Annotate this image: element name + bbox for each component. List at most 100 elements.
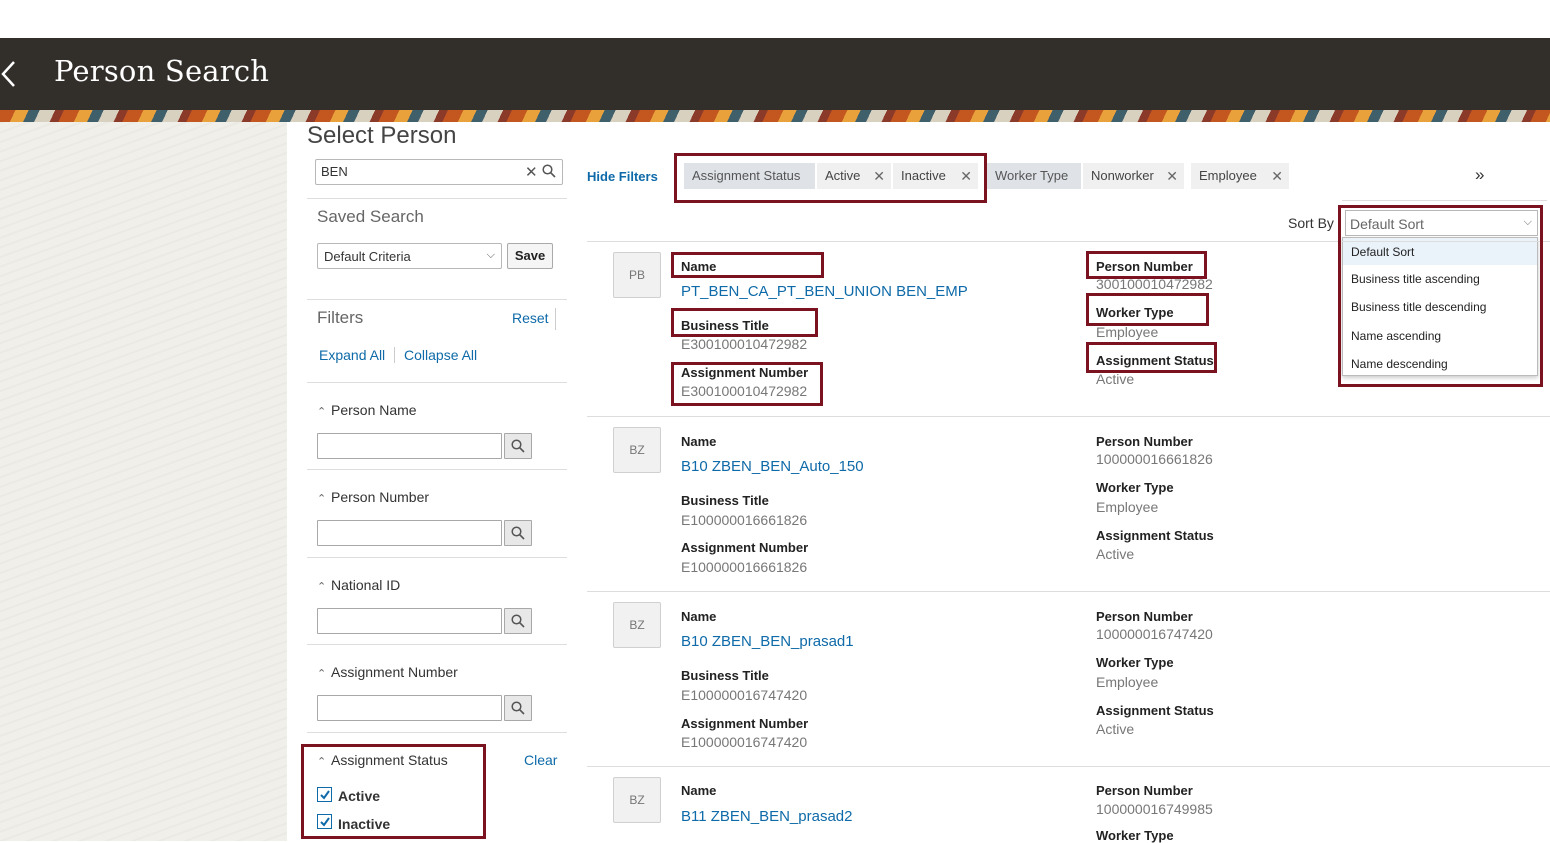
hide-filters-link[interactable]: Hide Filters — [587, 169, 658, 184]
chevron-up-icon: ⌃ — [317, 668, 327, 680]
sort-value: Default Sort — [1350, 216, 1424, 232]
save-button[interactable]: Save — [507, 243, 553, 269]
chip-active[interactable]: Active ✕ — [817, 163, 891, 189]
active-checkbox-label: Active — [338, 788, 381, 804]
assignment-number-value: E100000016747420 — [681, 734, 808, 750]
remove-icon[interactable]: ✕ — [960, 163, 972, 189]
business-title-label: Business Title — [681, 318, 769, 333]
avatar: BZ — [613, 777, 661, 823]
divider — [307, 299, 567, 300]
assignment-number-input[interactable] — [317, 695, 502, 721]
sort-option[interactable]: Business title descending — [1343, 293, 1537, 320]
divider — [307, 469, 567, 470]
double-chevron-right-icon[interactable]: » — [1475, 165, 1484, 185]
search-icon — [511, 439, 525, 453]
chip-nonworker[interactable]: Nonworker ✕ — [1083, 163, 1184, 189]
remove-icon[interactable]: ✕ — [1166, 163, 1178, 189]
inactive-checkbox[interactable] — [317, 814, 332, 829]
facet-person-name-header[interactable]: ⌃ Person Name — [317, 402, 417, 418]
checkmark-icon — [320, 790, 330, 800]
person-name-link[interactable]: PT_BEN_CA_PT_BEN_UNION BEN_EMP — [681, 283, 968, 300]
search-input[interactable] — [321, 164, 521, 179]
clear-icon[interactable]: ✕ — [525, 163, 538, 181]
facet-assignment-status-header[interactable]: ⌃ Assignment Status — [317, 752, 448, 768]
divider — [307, 198, 567, 199]
divider — [307, 557, 567, 558]
person-name-link[interactable]: B11 ZBEN_BEN_prasad2 — [681, 808, 852, 825]
active-checkbox[interactable] — [317, 787, 332, 802]
chevron-up-icon: ⌃ — [317, 756, 327, 768]
name-label: Name — [681, 434, 717, 449]
inactive-checkbox-label: Inactive — [338, 816, 391, 832]
person-number-label: Person Number — [1096, 259, 1193, 274]
divider — [1342, 200, 1547, 201]
person-name-search-button[interactable] — [504, 433, 532, 459]
assignment-number-search-button[interactable] — [504, 695, 532, 721]
assignment-number-value: E100000016661826 — [681, 559, 808, 575]
person-name-link[interactable]: B10 ZBEN_BEN_Auto_150 — [681, 458, 864, 475]
remove-icon[interactable]: ✕ — [1271, 163, 1283, 189]
sort-option[interactable]: Business title ascending — [1343, 265, 1537, 292]
assignment-number-value: E300100010472982 — [681, 383, 808, 399]
business-title-value: E100000016661826 — [681, 512, 808, 528]
person-number-value: 100000016661826 — [1096, 451, 1213, 467]
worker-type-label: Worker Type — [1096, 305, 1174, 320]
person-number-value: 300100010472982 — [1096, 276, 1213, 292]
chip-label: Employee — [1199, 168, 1257, 183]
chip-label: Worker Type — [995, 168, 1069, 183]
divider — [307, 382, 567, 383]
checkmark-icon — [320, 817, 330, 827]
sort-option[interactable]: Default Sort — [1343, 238, 1537, 265]
person-name-link[interactable]: B10 ZBEN_BEN_prasad1 — [681, 633, 854, 650]
avatar: PB — [613, 252, 661, 298]
chevron-down-icon: ⌵ — [1523, 216, 1532, 228]
saved-search-select[interactable]: Default Criteria ⌵ — [317, 243, 502, 269]
collapse-all-link[interactable]: Collapse All — [404, 347, 477, 363]
facet-label: Person Number — [331, 489, 430, 505]
chip-label: Assignment Status — [692, 168, 801, 183]
name-label: Name — [681, 783, 717, 798]
search-box[interactable]: ✕ — [315, 159, 563, 185]
remove-icon[interactable]: ✕ — [873, 163, 885, 189]
business-title-label: Business Title — [681, 668, 769, 683]
name-label: Name — [681, 259, 717, 274]
divider — [587, 416, 1550, 417]
back-icon[interactable] — [0, 58, 30, 90]
facet-assignment-number-header[interactable]: ⌃ Assignment Number — [317, 664, 458, 680]
national-id-search-button[interactable] — [504, 608, 532, 634]
chevron-up-icon: ⌃ — [317, 493, 327, 505]
facet-person-number-header[interactable]: ⌃ Person Number — [317, 489, 429, 505]
reset-link[interactable]: Reset — [512, 310, 549, 326]
person-number-input[interactable] — [317, 520, 502, 546]
search-icon — [511, 701, 525, 715]
facet-label: Assignment Status — [331, 752, 448, 768]
facet-label: Person Name — [331, 402, 417, 418]
sort-select[interactable]: Default Sort ⌵ — [1345, 210, 1538, 236]
divider — [307, 644, 567, 645]
sort-option[interactable]: Name descending — [1343, 350, 1537, 377]
divider — [307, 732, 567, 733]
sort-option[interactable]: Name ascending — [1343, 322, 1537, 349]
chip-inactive[interactable]: Inactive ✕ — [893, 163, 978, 189]
saved-search-value: Default Criteria — [324, 249, 411, 264]
assignment-status-value: Active — [1096, 721, 1135, 737]
clear-link[interactable]: Clear — [524, 752, 557, 768]
left-background — [0, 122, 287, 841]
chip-employee[interactable]: Employee ✕ — [1191, 163, 1289, 189]
avatar: BZ — [613, 602, 661, 648]
search-icon[interactable] — [542, 164, 556, 183]
search-icon — [511, 614, 525, 628]
sort-dropdown: Default Sort Business title ascending Bu… — [1342, 237, 1538, 376]
decorative-banner — [0, 110, 1550, 122]
facet-label: Assignment Number — [331, 664, 458, 680]
person-name-input[interactable] — [317, 433, 502, 459]
national-id-input[interactable] — [317, 608, 502, 634]
main-panel: Select Person ✕ Saved Search Default Cri… — [287, 122, 1550, 843]
chevron-down-icon: ⌵ — [486, 249, 495, 261]
expand-all-link[interactable]: Expand All — [319, 347, 385, 363]
facet-national-id-header[interactable]: ⌃ National ID — [317, 577, 400, 593]
chip-label: Nonworker — [1091, 168, 1154, 183]
person-number-search-button[interactable] — [504, 520, 532, 546]
assignment-number-label: Assignment Number — [681, 716, 809, 731]
chevron-up-icon: ⌃ — [317, 581, 327, 593]
